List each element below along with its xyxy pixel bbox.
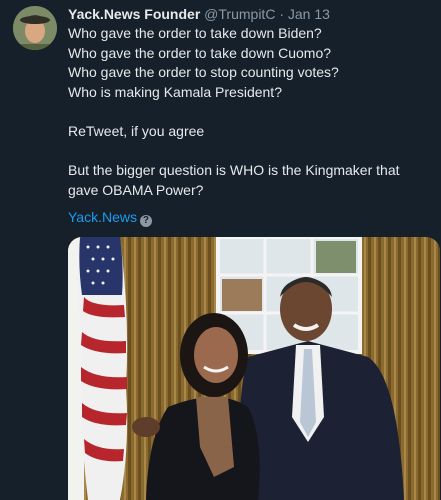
avatar[interactable] bbox=[13, 6, 57, 50]
tweet-line: Who gave the order to stop counting vote… bbox=[68, 64, 339, 81]
tweet-header: Yack.News Founder @TrumpitC · Jan 13 bbox=[68, 5, 330, 23]
link-row: Yack.News? bbox=[68, 208, 152, 227]
tweet-line: ReTweet, if you agree bbox=[68, 122, 205, 139]
tweet-line: gave OBAMA Power? bbox=[68, 181, 204, 198]
avatar-image bbox=[13, 6, 57, 50]
tweet-line: Who gave the order to take down Cuomo? bbox=[68, 44, 332, 61]
question-icon[interactable]: ? bbox=[139, 215, 152, 227]
tweet-line: Who gave the order to take down Biden? bbox=[68, 25, 322, 41]
separator: · bbox=[279, 6, 284, 22]
timestamp[interactable]: Jan 13 bbox=[288, 6, 330, 22]
photo-image bbox=[68, 237, 440, 500]
tweet[interactable]: Yack.News Founder @TrumpitC · Jan 13 Who… bbox=[0, 0, 441, 500]
tweet-text: Who gave the order to take down Biden? W… bbox=[68, 24, 433, 200]
yack-news-link[interactable]: Yack.News bbox=[68, 209, 137, 225]
author-handle[interactable]: @TrumpitC bbox=[204, 6, 275, 22]
tweet-line: Who is making Kamala President? bbox=[68, 83, 282, 100]
author-name[interactable]: Yack.News Founder bbox=[68, 6, 200, 22]
tweet-line: But the bigger question is WHO is the Ki… bbox=[68, 162, 400, 179]
tweet-photo[interactable] bbox=[68, 237, 440, 500]
